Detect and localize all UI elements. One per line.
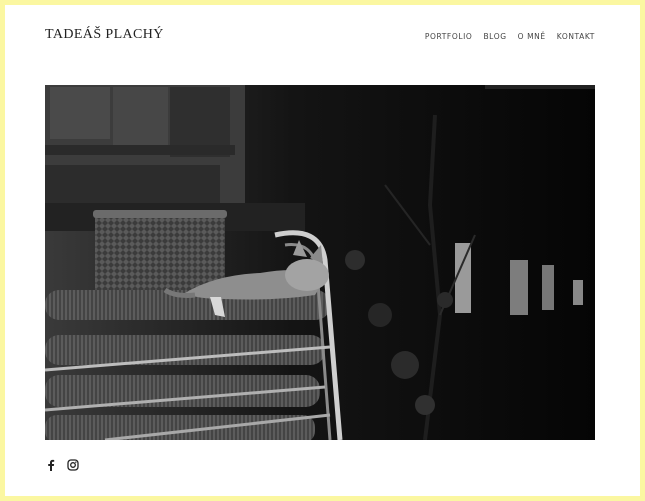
main-nav: PORTFOLIO BLOG O MNĚ KONTAKT — [425, 32, 595, 41]
nav-item-blog[interactable]: BLOG — [483, 32, 506, 41]
site-title[interactable]: TADEÁŠ PLACHÝ — [45, 27, 164, 43]
facebook-icon[interactable] — [45, 458, 57, 471]
nav-item-portfolio[interactable]: PORTFOLIO — [425, 32, 473, 41]
nav-item-o-mne[interactable]: O MNĚ — [518, 32, 546, 41]
nav-item-kontakt[interactable]: KONTAKT — [557, 32, 595, 41]
social-links — [45, 458, 79, 471]
cat-on-chair-photo — [45, 85, 595, 440]
page-frame: TADEÁŠ PLACHÝ PORTFOLIO BLOG O MNĚ KONTA… — [5, 5, 640, 496]
hero-photo[interactable] — [45, 85, 595, 440]
instagram-icon[interactable] — [67, 458, 79, 471]
